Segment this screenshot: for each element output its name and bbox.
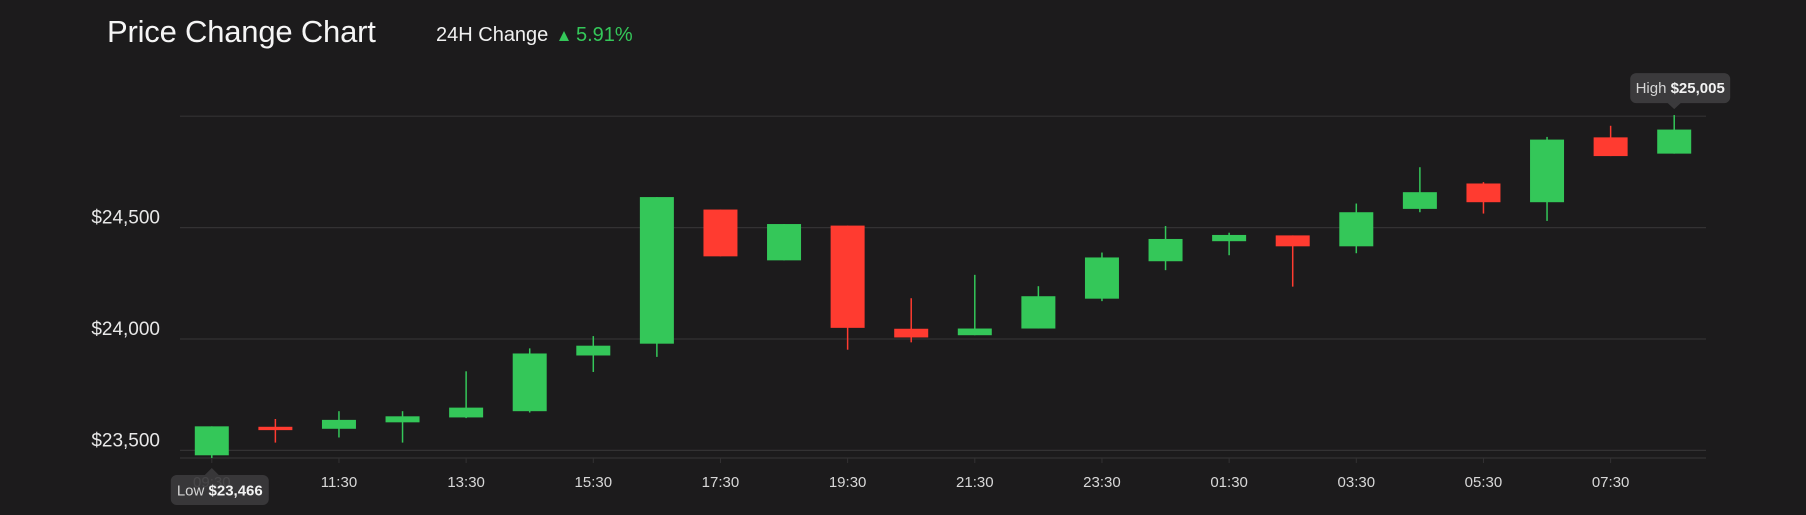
candle [1530,136,1565,221]
x-tick-label: 15:30 [575,474,613,491]
candle [639,197,674,357]
y-axis: $23,500 $24,000 $24,500 [91,208,160,452]
candle-body [194,426,229,456]
candle [194,426,229,458]
candle-body [1466,183,1501,203]
grid-lines [180,115,1706,451]
candle [1339,203,1374,254]
y-tick-label: $24,500 [91,208,160,229]
candle-body [894,328,929,338]
candle-body [703,209,738,257]
tooltip-text: Low $23,466 [177,482,263,499]
candle [1466,182,1501,214]
tooltip-arrow [204,467,219,475]
x-axis: 09:3011:3013:3015:3017:3019:3021:3023:30… [180,457,1706,491]
candle-body [639,197,674,344]
candle [385,411,420,443]
tooltip-arrow [1667,102,1682,110]
tooltip-value: $25,005 [1671,80,1725,97]
candle [830,225,865,350]
x-tick-label: 05:30 [1465,474,1503,491]
candle-body [258,426,293,431]
tooltip-label: High [1636,80,1671,97]
candle [767,224,802,261]
tooltip-text: High $25,005 [1636,80,1725,97]
candle [512,348,547,413]
candle [1084,252,1119,302]
candle-body [1021,296,1056,329]
x-tick-label: 21:30 [956,474,994,491]
candle [894,298,929,343]
candle [1212,232,1247,256]
y-tick-label: $23,500 [91,430,160,451]
candle-body [385,416,420,423]
candle-body [830,225,865,328]
candle-body [1657,129,1692,154]
candle [1021,286,1056,329]
candle-body [957,328,992,336]
candle-body [576,345,611,356]
x-tick-label: 19:30 [829,474,867,491]
candle [1593,125,1628,157]
candle [576,336,611,372]
x-tick-label: 03:30 [1338,474,1376,491]
candle-body [1530,139,1565,203]
x-tick-label: 23:30 [1083,474,1121,491]
candle-body [449,407,484,418]
candlestick-chart[interactable]: $23,500$24,000$24,500 09:3011:3013:3015:… [0,0,1806,515]
candle-body [1212,234,1247,242]
x-tick-label: 17:30 [702,474,740,491]
high-tooltip: High $25,005 [1630,73,1731,110]
candle [321,411,356,438]
candle-body [1593,137,1628,157]
candle [1148,226,1183,271]
x-tick-label: 07:30 [1592,474,1630,491]
candle [1657,115,1692,154]
y-tick-label: $24,000 [91,319,160,340]
candle [1275,235,1310,287]
candle-body [321,419,356,429]
candle [449,371,484,419]
tooltip-label: Low [177,482,209,499]
candle-body [1339,212,1374,247]
candles [194,115,1692,458]
candle-body [767,224,802,261]
candle-body [1148,238,1183,262]
candle [957,274,992,336]
candle-body [1084,257,1119,299]
candle-body [1275,235,1310,247]
candle-body [1402,192,1437,209]
tooltip-value: $23,466 [209,482,263,499]
x-tick-label: 11:30 [321,474,357,491]
annotations: High $25,005 Low $23,466 [170,73,1731,505]
candle [1402,167,1437,213]
x-tick-label: 13:30 [447,474,485,491]
candle [703,209,738,257]
candle [258,418,293,443]
candle-body [512,353,547,412]
x-tick-label: 01:30 [1210,474,1248,491]
